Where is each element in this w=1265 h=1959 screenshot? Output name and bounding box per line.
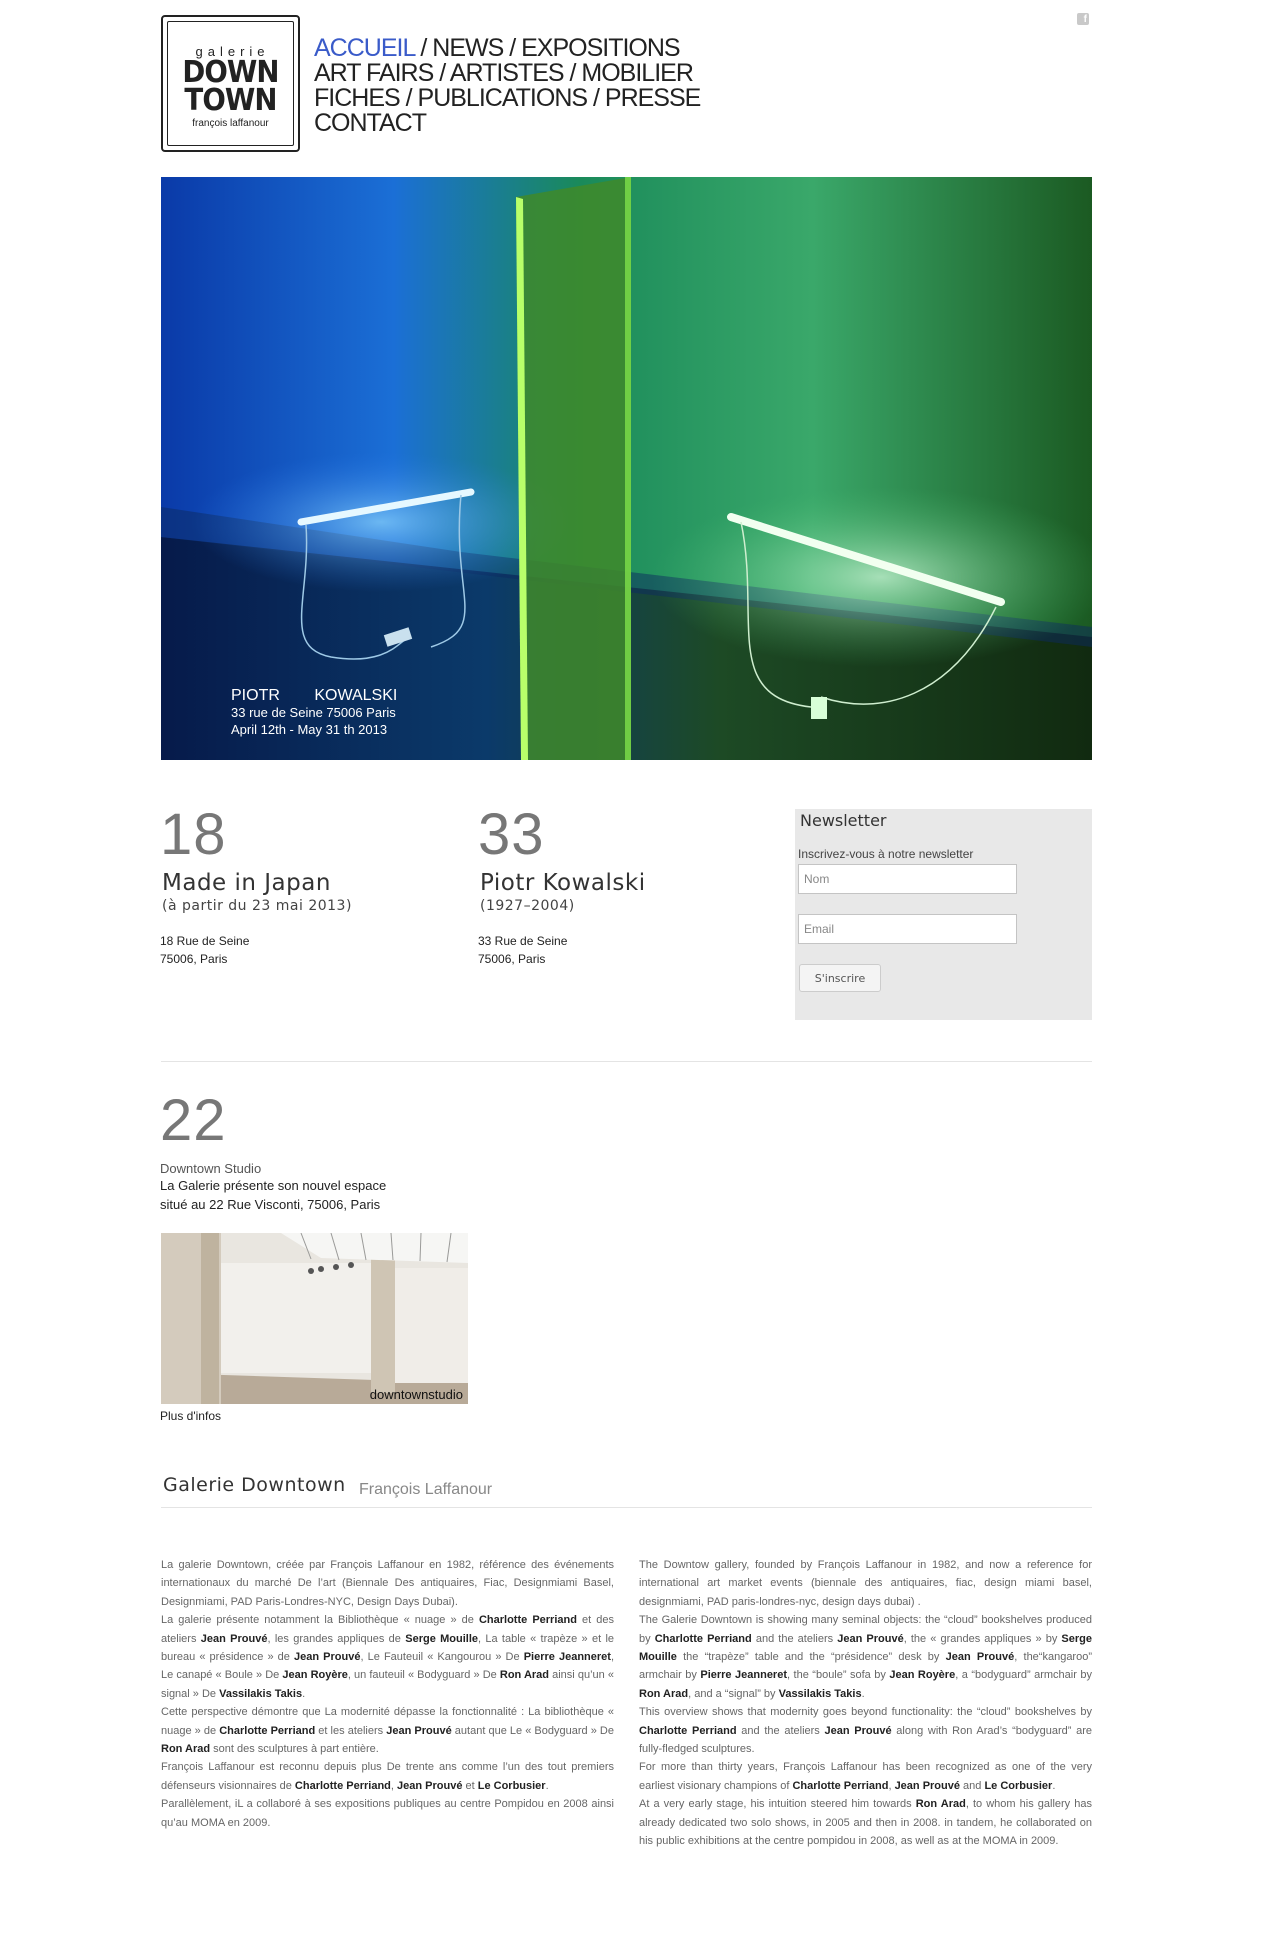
newsletter-title: Newsletter xyxy=(800,811,887,830)
venue-number: 18 xyxy=(160,802,227,867)
venue-exhibition-dates: (à partir du 23 mai 2013) xyxy=(162,898,352,914)
venue-number: 33 xyxy=(478,802,545,867)
venue-exhibition-title[interactable]: Made in Japan xyxy=(162,870,440,896)
hero-neon-artwork xyxy=(161,177,1092,760)
venue-street: 33 Rue de Seine xyxy=(478,934,568,948)
nav-row: FICHES / PUBLICATIONS / PRESSE xyxy=(314,86,734,111)
studio-number: 22 xyxy=(160,1088,227,1153)
venue-column-18: 18 Made in Japan (à partir du 23 mai 201… xyxy=(160,806,440,968)
nav-separator: / xyxy=(587,84,605,112)
hero-dates: April 12th - May 31 th 2013 xyxy=(231,722,388,737)
nav-separator: / xyxy=(399,84,418,112)
venue-street: 18 Rue de Seine xyxy=(160,934,250,948)
studio-more-info-link[interactable]: Plus d'infos xyxy=(160,1409,221,1423)
studio-description-line: La Galerie présente son nouvel espace xyxy=(160,1178,387,1193)
studio-description-line: situé au 22 Rue Visconti, 75006, Paris xyxy=(160,1197,381,1212)
venue-city: 75006, Paris xyxy=(160,952,228,966)
nav-separator: / xyxy=(414,34,433,62)
logo-frame: galerie DOWN TOWN françois laffanour xyxy=(167,21,294,146)
nav-separator: / xyxy=(503,34,522,62)
about-subtitle: François Laffanour xyxy=(359,1481,493,1498)
nav-item-accueil[interactable]: ACCUEIL xyxy=(314,34,415,62)
main-navigation: ACCUEIL / NEWS / EXPOSITIONS ART FAIRS /… xyxy=(314,36,734,136)
nav-row: ACCUEIL / NEWS / EXPOSITIONS xyxy=(314,36,734,61)
studio-photo[interactable]: downtownstudio xyxy=(161,1233,468,1404)
newsletter-subscribe-button[interactable]: S'inscrire xyxy=(799,964,881,992)
nav-item-publications[interactable]: PUBLICATIONS xyxy=(418,84,589,112)
newsletter-name-input[interactable] xyxy=(798,864,1017,894)
nav-item-mobilier[interactable]: MOBILIER xyxy=(581,59,693,87)
venue-city: 75006, Paris xyxy=(478,952,546,966)
nav-item-fiches[interactable]: FICHES xyxy=(314,84,401,112)
about-text-french: La galerie Downtown, créée par François … xyxy=(161,1559,615,1829)
venue-address: 18 Rue de Seine 75006, Paris xyxy=(160,932,440,968)
hero-artist-name: PIOTR KOWALSKI xyxy=(231,687,398,704)
newsletter-email-input[interactable] xyxy=(798,914,1017,944)
nav-item-artistes[interactable]: ARTISTES xyxy=(450,59,565,87)
about-text-english: The Downtow gallery, founded by François… xyxy=(639,1559,1092,1848)
newsletter-panel: Newsletter Inscrivez-vous à notre newsle… xyxy=(795,809,1092,1020)
hero-caption: PIOTR KOWALSKI 33 rue de Seine 75006 Par… xyxy=(231,687,397,738)
venue-column-33: 33 Piotr Kowalski (1927–2004) 33 Rue de … xyxy=(478,806,758,968)
logo-owner-text: françois laffanour xyxy=(192,118,269,129)
section-divider xyxy=(161,1061,1092,1062)
nav-item-contact[interactable]: CONTACT xyxy=(314,109,427,137)
hero-exhibition-image[interactable]: PIOTR KOWALSKI 33 rue de Seine 75006 Par… xyxy=(161,177,1092,760)
about-title: Galerie Downtown xyxy=(163,1474,346,1496)
venue-exhibition-title[interactable]: Piotr Kowalski xyxy=(480,870,758,896)
nav-item-expositions[interactable]: EXPOSITIONS xyxy=(521,34,680,62)
nav-separator: / xyxy=(433,59,450,87)
nav-row: ART FAIRS / ARTISTES / MOBILIER xyxy=(314,61,734,86)
nav-item-presse[interactable]: PRESSE xyxy=(605,84,701,112)
newsletter-description: Inscrivez-vous à notre newsletter xyxy=(798,847,974,861)
venue-address: 33 Rue de Seine 75006, Paris xyxy=(478,932,758,968)
studio-block: 22 Downtown Studio La Galerie présente s… xyxy=(160,1092,500,1214)
gallery-logo[interactable]: galerie DOWN TOWN françois laffanour xyxy=(161,15,300,152)
nav-separator: / xyxy=(563,59,582,87)
nav-item-art-fairs[interactable]: ART FAIRS xyxy=(314,59,434,87)
studio-interior-image: downtownstudio xyxy=(161,1233,468,1404)
logo-town-text: TOWN xyxy=(184,83,277,118)
studio-watermark: downtownstudio xyxy=(370,1387,463,1402)
about-divider xyxy=(161,1507,1092,1508)
nav-row: CONTACT xyxy=(314,111,734,136)
venue-artist-years: (1927–2004) xyxy=(480,898,575,914)
nav-item-news[interactable]: NEWS xyxy=(432,34,504,62)
studio-name: Downtown Studio xyxy=(160,1161,262,1176)
hero-address: 33 rue de Seine 75006 Paris xyxy=(231,705,396,720)
facebook-icon[interactable]: f xyxy=(1077,13,1089,25)
